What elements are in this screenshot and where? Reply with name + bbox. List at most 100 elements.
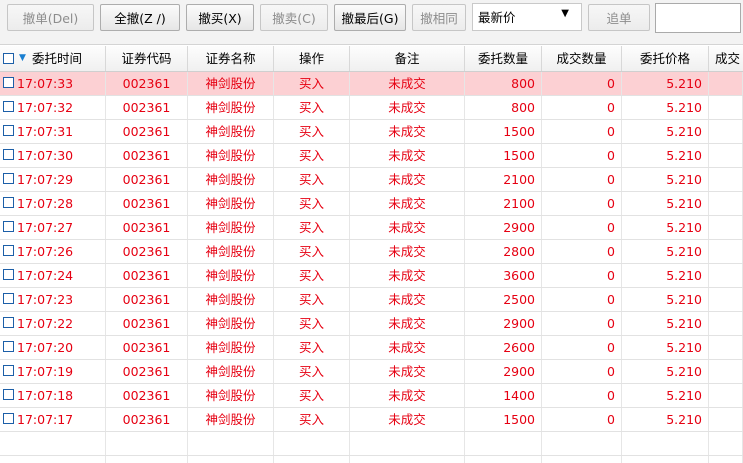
table-row[interactable]: 17:07:18 002361 神剑股份 买入 未成交 1400 0 5.210 — [0, 384, 743, 408]
cell-filled: 0 — [542, 72, 622, 95]
cell-op: 买入 — [274, 312, 350, 335]
cell-time: 17:07:29 — [0, 168, 106, 191]
cell-filled: 0 — [542, 168, 622, 191]
table-row[interactable]: 17:07:33 002361 神剑股份 买入 未成交 800 0 5.210 — [0, 72, 743, 96]
cancel-last-button[interactable]: 撤最后(G) — [334, 4, 406, 31]
time-text: 17:07:27 — [17, 220, 74, 235]
cell-price: 5.210 — [622, 192, 709, 215]
cell-name: 神剑股份 — [188, 264, 274, 287]
cell-extra — [709, 384, 743, 407]
header-name[interactable]: 证券名称 — [188, 46, 274, 71]
row-checkbox[interactable] — [3, 269, 14, 280]
cell-qty: 2800 — [465, 240, 542, 263]
row-checkbox[interactable] — [3, 293, 14, 304]
row-checkbox[interactable] — [3, 365, 14, 376]
header-filled[interactable]: 成交数量 — [542, 46, 622, 71]
chase-order-button[interactable]: 追单 — [588, 4, 650, 31]
row-checkbox[interactable] — [3, 221, 14, 232]
row-checkbox[interactable] — [3, 341, 14, 352]
table-row[interactable]: 17:07:17 002361 神剑股份 买入 未成交 1500 0 5.210 — [0, 408, 743, 432]
cell-filled: 0 — [542, 384, 622, 407]
row-checkbox[interactable] — [3, 101, 14, 112]
row-checkbox[interactable] — [3, 413, 14, 424]
header-time[interactable]: ▼ 委托时间 — [0, 46, 106, 71]
cell-filled: 0 — [542, 264, 622, 287]
empty-row — [0, 432, 743, 456]
cell-note: 未成交 — [350, 312, 465, 335]
cell-name: 神剑股份 — [188, 192, 274, 215]
cell-code: 002361 — [106, 120, 188, 143]
cell-price: 5.210 — [622, 288, 709, 311]
cell-extra — [709, 288, 743, 311]
cell-price: 5.210 — [622, 240, 709, 263]
cell-name: 神剑股份 — [188, 408, 274, 431]
row-checkbox[interactable] — [3, 173, 14, 184]
table-row[interactable]: 17:07:29 002361 神剑股份 买入 未成交 2100 0 5.210 — [0, 168, 743, 192]
table-row[interactable]: 17:07:26 002361 神剑股份 买入 未成交 2800 0 5.210 — [0, 240, 743, 264]
cell-code: 002361 — [106, 144, 188, 167]
empty-cell — [350, 456, 465, 463]
select-all-checkbox[interactable] — [3, 53, 14, 64]
cell-qty: 3600 — [465, 264, 542, 287]
cell-price: 5.210 — [622, 72, 709, 95]
table-row[interactable]: 17:07:27 002361 神剑股份 买入 未成交 2900 0 5.210 — [0, 216, 743, 240]
header-quantity[interactable]: 委托数量 — [465, 46, 542, 71]
row-checkbox[interactable] — [3, 125, 14, 136]
cell-extra — [709, 96, 743, 119]
empty-cell — [542, 456, 622, 463]
header-note[interactable]: 备注 — [350, 46, 465, 71]
time-text: 17:07:20 — [17, 340, 74, 355]
row-checkbox[interactable] — [3, 245, 14, 256]
cell-qty: 2900 — [465, 312, 542, 335]
cell-op: 买入 — [274, 240, 350, 263]
table-row[interactable]: 17:07:28 002361 神剑股份 买入 未成交 2100 0 5.210 — [0, 192, 743, 216]
cell-op: 买入 — [274, 288, 350, 311]
time-text: 17:07:19 — [17, 364, 74, 379]
cell-filled: 0 — [542, 312, 622, 335]
cell-op: 买入 — [274, 216, 350, 239]
cell-price: 5.210 — [622, 168, 709, 191]
cell-filled: 0 — [542, 360, 622, 383]
row-checkbox[interactable] — [3, 77, 14, 88]
cancel-order-button[interactable]: 撤单(Del) — [7, 4, 94, 31]
header-code[interactable]: 证券代码 — [106, 46, 188, 71]
row-checkbox[interactable] — [3, 317, 14, 328]
table-row[interactable]: 17:07:24 002361 神剑股份 买入 未成交 3600 0 5.210 — [0, 264, 743, 288]
cell-code: 002361 — [106, 360, 188, 383]
cell-qty: 1500 — [465, 408, 542, 431]
cell-price: 5.210 — [622, 360, 709, 383]
row-checkbox[interactable] — [3, 149, 14, 160]
row-checkbox[interactable] — [3, 389, 14, 400]
dropdown-arrow-icon[interactable]: ▼ — [561, 8, 569, 19]
cell-note: 未成交 — [350, 360, 465, 383]
cell-price: 5.210 — [622, 144, 709, 167]
table-row[interactable]: 17:07:31 002361 神剑股份 买入 未成交 1500 0 5.210 — [0, 120, 743, 144]
header-filled-price-partial[interactable]: 成交 — [709, 46, 743, 71]
cell-time: 17:07:28 — [0, 192, 106, 215]
cell-time: 17:07:33 — [0, 72, 106, 95]
header-price[interactable]: 委托价格 — [622, 46, 709, 71]
table-row[interactable]: 17:07:23 002361 神剑股份 买入 未成交 2500 0 5.210 — [0, 288, 743, 312]
cancel-buy-button[interactable]: 撤买(X) — [186, 4, 254, 31]
table-row[interactable]: 17:07:22 002361 神剑股份 买入 未成交 2900 0 5.210 — [0, 312, 743, 336]
cell-qty: 1500 — [465, 120, 542, 143]
cell-qty: 2100 — [465, 168, 542, 191]
price-type-select[interactable]: 最新价 ▼ — [472, 3, 582, 31]
price-input[interactable] — [655, 3, 741, 33]
sort-indicator-icon: ▼ — [19, 53, 26, 63]
header-operation[interactable]: 操作 — [274, 46, 350, 71]
cell-time: 17:07:19 — [0, 360, 106, 383]
cancel-sell-button[interactable]: 撤卖(C) — [260, 4, 328, 31]
empty-cell — [465, 432, 542, 455]
cancel-same-button[interactable]: 撤相同 — [412, 4, 466, 31]
cell-note: 未成交 — [350, 120, 465, 143]
table-row[interactable]: 17:07:32 002361 神剑股份 买入 未成交 800 0 5.210 — [0, 96, 743, 120]
table-row[interactable]: 17:07:30 002361 神剑股份 买入 未成交 1500 0 5.210 — [0, 144, 743, 168]
empty-cell — [188, 456, 274, 463]
time-text: 17:07:24 — [17, 268, 74, 283]
cell-op: 买入 — [274, 384, 350, 407]
row-checkbox[interactable] — [3, 197, 14, 208]
table-row[interactable]: 17:07:20 002361 神剑股份 买入 未成交 2600 0 5.210 — [0, 336, 743, 360]
table-row[interactable]: 17:07:19 002361 神剑股份 买入 未成交 2900 0 5.210 — [0, 360, 743, 384]
cancel-all-button[interactable]: 全撤(Z /) — [100, 4, 180, 31]
